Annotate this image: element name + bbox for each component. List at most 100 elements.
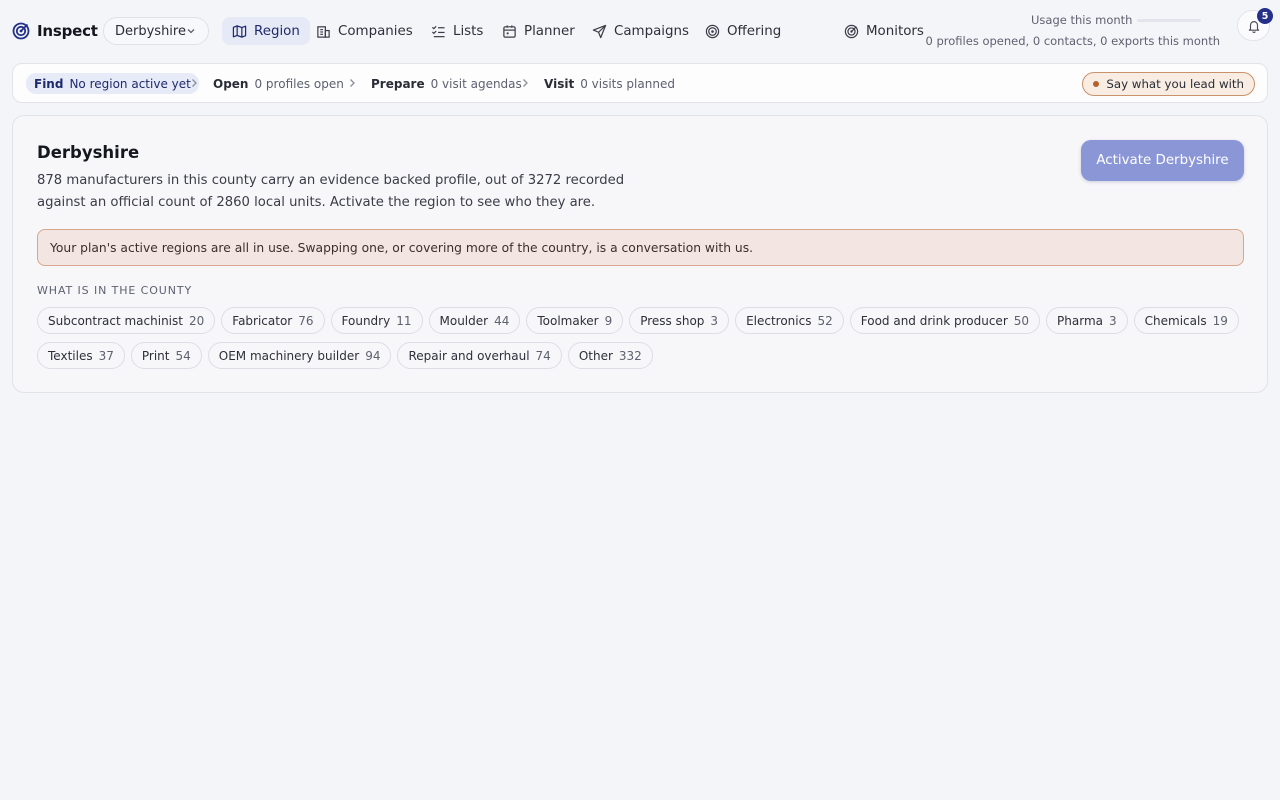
target-icon: [705, 24, 720, 38]
step-prepare-value: 0 visit agendas: [430, 76, 522, 91]
category-chip-count: 3: [1109, 313, 1117, 328]
step-visit[interactable]: Visit 0 visits planned: [544, 73, 675, 94]
nav-companies-label: Companies: [338, 23, 413, 39]
county-section-label: WHAT IS IN THE COUNTY: [37, 284, 193, 297]
nav-lists[interactable]: Lists: [421, 17, 493, 45]
category-chip[interactable]: Other 332: [567, 342, 653, 369]
building-icon: [317, 25, 330, 38]
category-chip-count: 19: [1212, 313, 1228, 328]
lead-with-button[interactable]: Say what you lead with: [1082, 72, 1255, 96]
usage-progress-bar: [1137, 19, 1201, 22]
usage-label: Usage this month: [1031, 13, 1133, 27]
notification-count-badge: 5: [1257, 8, 1273, 24]
step-find-name: Find: [34, 76, 64, 91]
category-chip-label: Electronics: [746, 313, 812, 328]
chevron-right-icon: [523, 79, 528, 87]
category-chip[interactable]: Pharma 3: [1046, 307, 1128, 334]
radar-icon: [844, 24, 859, 38]
category-chip-label: Print: [141, 348, 170, 363]
step-visit-name: Visit: [544, 76, 575, 91]
category-chip-count: 50: [1013, 313, 1030, 328]
lead-with-label: Say what you lead with: [1106, 77, 1244, 91]
category-chip-label: Food and drink producer: [860, 313, 1008, 328]
category-chip[interactable]: Electronics 52: [735, 307, 844, 334]
region-card: Derbyshire 878 manufacturers in this cou…: [12, 115, 1268, 393]
nav-monitors-label: Monitors: [866, 23, 924, 39]
activate-region-button[interactable]: Activate Derbyshire: [1081, 140, 1244, 181]
nav-lists-label: Lists: [453, 23, 484, 39]
category-chip[interactable]: Food and drink producer 50: [849, 307, 1041, 334]
category-chip-label: Other: [578, 348, 613, 363]
step-open[interactable]: Open 0 profiles open: [213, 73, 344, 94]
category-chip[interactable]: Fabricator 76: [221, 307, 325, 334]
category-chip-count: 76: [298, 313, 314, 328]
category-chip-label: Textiles: [48, 348, 93, 363]
chevron-right-icon: [350, 79, 355, 87]
nav-campaigns[interactable]: Campaigns: [582, 17, 699, 45]
chevron-right-icon: [192, 79, 197, 87]
nav-monitors[interactable]: Monitors: [834, 17, 934, 45]
region-description-line-2: against an official count of 2860 local …: [37, 195, 596, 210]
checklist-icon: [431, 25, 445, 37]
region-select[interactable]: Derbyshire: [103, 17, 209, 45]
top-navigation: Inspect Derbyshire Region Companies List…: [0, 0, 1280, 62]
category-chip-label: Foundry: [341, 313, 391, 328]
usage-summary: Usage this month 0 profiles opened, 0 co…: [926, 12, 1220, 52]
step-prepare-name: Prepare: [371, 76, 425, 91]
nav-region-label: Region: [254, 23, 300, 39]
nav-companies[interactable]: Companies: [306, 17, 423, 45]
category-chip[interactable]: Print 54: [130, 342, 202, 369]
plan-limit-notice: Your plan's active regions are all in us…: [37, 229, 1244, 266]
usage-detail: 0 profiles opened, 0 contacts, 0 exports…: [925, 34, 1220, 48]
category-chip-count: 52: [817, 313, 833, 328]
region-select-value: Derbyshire: [115, 23, 186, 39]
category-chip[interactable]: Subcontract machinist 20: [37, 307, 216, 334]
map-icon: [232, 24, 247, 38]
category-chip-label: Fabricator: [232, 313, 293, 328]
nav-planner-label: Planner: [524, 23, 575, 39]
step-find[interactable]: Find No region active yet: [26, 73, 199, 94]
region-description-line-1: 878 manufacturers in this county carry a…: [37, 173, 625, 188]
category-chip-count: 11: [396, 313, 412, 328]
category-chip-count: 20: [188, 313, 205, 328]
category-chip-label: Press shop: [640, 313, 705, 328]
category-chip-count: 74: [535, 348, 551, 363]
brand[interactable]: Inspect: [12, 21, 98, 41]
category-chip-count: 3: [710, 313, 719, 328]
status-dot: [1093, 81, 1100, 87]
chevron-down-icon: [187, 29, 195, 34]
category-chip-label: Moulder: [439, 313, 489, 328]
nav-offering[interactable]: Offering: [695, 17, 791, 45]
nav-campaigns-label: Campaigns: [614, 23, 689, 39]
category-chip-label: Repair and overhaul: [408, 348, 530, 363]
step-open-value: 0 profiles open: [254, 76, 344, 91]
nav-region[interactable]: Region: [222, 17, 310, 45]
category-chip-count: 37: [98, 348, 114, 363]
calendar-icon: [503, 24, 516, 38]
category-chip-count: 9: [604, 313, 613, 328]
step-prepare[interactable]: Prepare 0 visit agendas: [371, 73, 522, 94]
send-icon: [592, 24, 607, 38]
workflow-steps: Find No region active yet Open 0 profile…: [12, 63, 1268, 103]
category-chip-count: 332: [618, 348, 642, 363]
region-description: 878 manufacturers in this county carry a…: [37, 170, 637, 214]
category-chip-label: Toolmaker: [537, 313, 599, 328]
notifications-button[interactable]: 5: [1237, 8, 1273, 41]
category-chip[interactable]: Repair and overhaul 74: [397, 342, 562, 369]
step-visit-value: 0 visits planned: [580, 76, 675, 91]
step-find-value: No region active yet: [69, 76, 191, 91]
category-chip-label: OEM machinery builder: [218, 348, 360, 363]
category-chip[interactable]: OEM machinery builder 94: [207, 342, 392, 369]
nav-planner[interactable]: Planner: [492, 17, 585, 45]
target-logo-icon: [12, 22, 30, 40]
category-chips: Subcontract machinist 20 Fabricator 76 Found…: [37, 307, 1247, 369]
category-chip-count: 44: [494, 313, 510, 328]
category-chip-label: Pharma: [1057, 313, 1103, 328]
brand-name: Inspect: [37, 22, 98, 40]
category-chip[interactable]: Foundry 11: [330, 307, 423, 334]
category-chip[interactable]: Moulder 44: [428, 307, 521, 334]
category-chip[interactable]: Chemicals 19: [1133, 307, 1239, 334]
category-chip[interactable]: Toolmaker 9: [526, 307, 624, 334]
category-chip[interactable]: Textiles 37: [37, 342, 125, 369]
category-chip[interactable]: Press shop 3: [629, 307, 730, 334]
